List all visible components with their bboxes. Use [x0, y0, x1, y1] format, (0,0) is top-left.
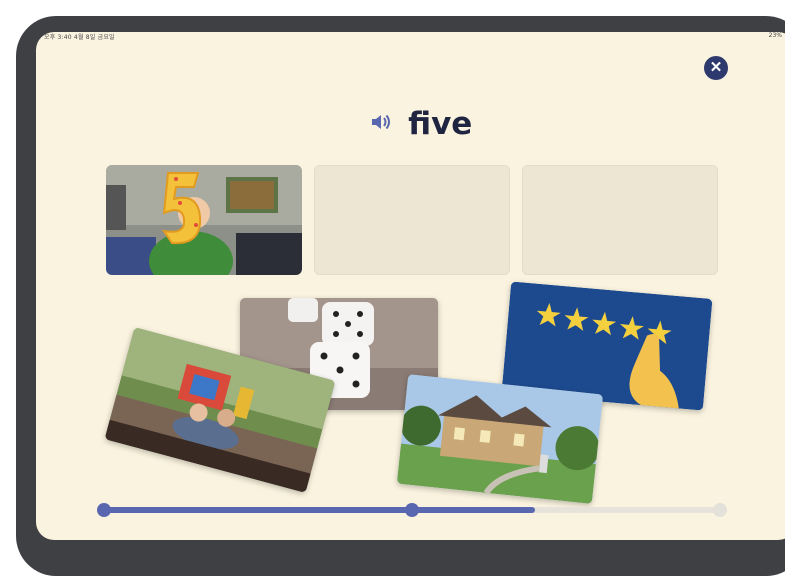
- answer-slot-3[interactable]: [522, 165, 718, 275]
- status-bar-right: 23%: [768, 32, 782, 39]
- card-child-holding-five[interactable]: [106, 165, 302, 275]
- progress-checkpoint-1: [97, 503, 111, 517]
- progress-fill: [104, 507, 536, 513]
- close-button[interactable]: ✕: [704, 56, 728, 80]
- prompt-header: five: [36, 106, 785, 142]
- close-icon: ✕: [709, 59, 723, 76]
- speaker-icon[interactable]: [370, 112, 392, 137]
- target-word: five: [408, 106, 473, 142]
- progress-track: [97, 503, 727, 517]
- card-house[interactable]: [396, 374, 604, 504]
- progress-checkpoint-3: [713, 503, 727, 517]
- answer-slot-1[interactable]: [106, 165, 302, 275]
- progress-checkpoint-2: [405, 503, 419, 517]
- answer-slot-2[interactable]: [314, 165, 510, 275]
- status-bar-left: 오후 3:40 4월 8일 금요일: [44, 34, 115, 41]
- app-screen: 오후 3:40 4월 8일 금요일 23% ✕ five: [36, 32, 785, 540]
